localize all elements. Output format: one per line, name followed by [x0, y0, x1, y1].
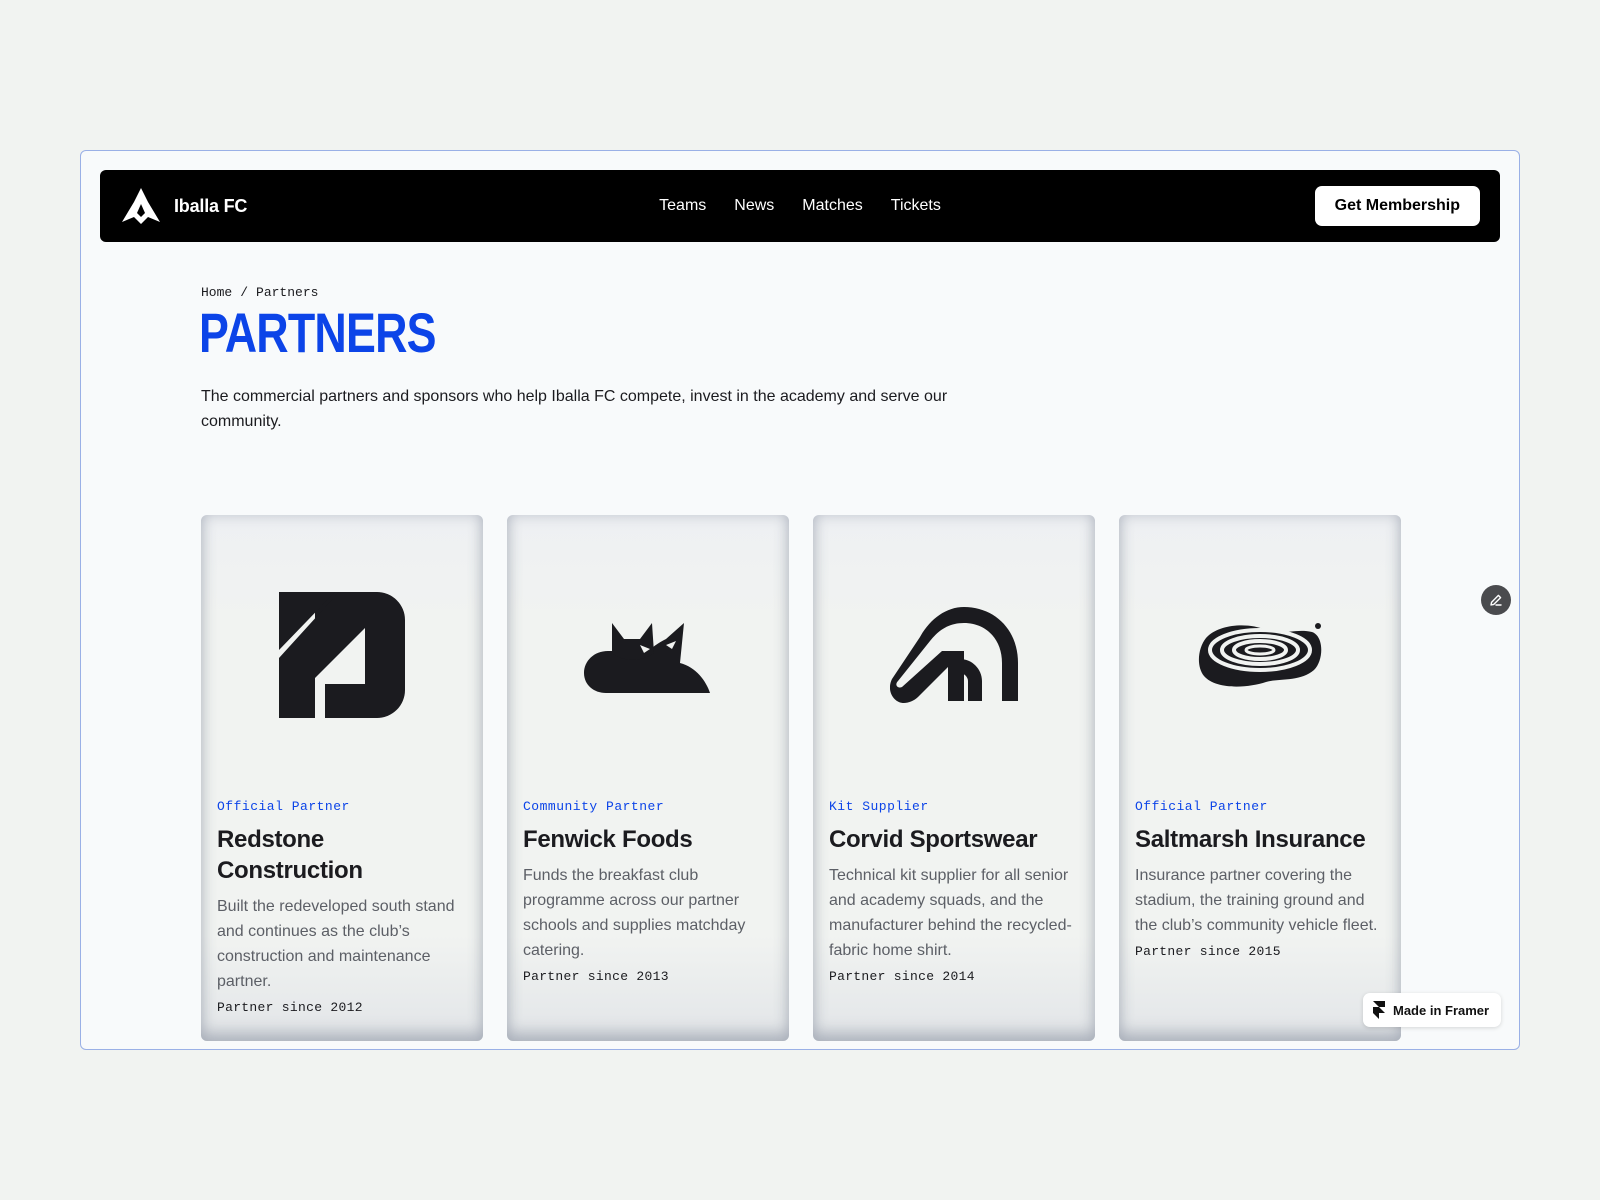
- partner-since: Partner since 2012: [217, 1000, 363, 1015]
- partner-name: Redstone Construction: [217, 826, 363, 884]
- get-membership-button[interactable]: Get Membership: [1314, 186, 1480, 226]
- pencil-icon: [1490, 594, 1502, 606]
- club-logo-icon: [122, 188, 160, 224]
- partner-cards: Official Partner Redstone Construction B…: [201, 515, 1401, 1041]
- nav-link-matches[interactable]: Matches: [802, 197, 862, 215]
- page-frame: Iballa FC Teams News Matches Tickets Get…: [80, 150, 1520, 1050]
- breadcrumb-home[interactable]: Home: [201, 285, 232, 300]
- made-in-framer-badge[interactable]: Made in Framer: [1363, 993, 1502, 1027]
- card-body: Community Partner Fenwick Foods Funds th…: [523, 799, 775, 984]
- partner-category: Official Partner: [217, 799, 350, 814]
- partner-category: Kit Supplier: [829, 799, 929, 814]
- nav-link-teams[interactable]: Teams: [659, 197, 706, 215]
- framer-logo-icon: [1373, 1001, 1385, 1019]
- partner-category: Official Partner: [1135, 799, 1268, 814]
- partner-since: Partner since 2014: [829, 969, 975, 984]
- partner-name: Saltmarsh Insurance: [1135, 826, 1366, 853]
- partner-description: Insurance partner covering the stadium, …: [1135, 867, 1378, 934]
- breadcrumb-current: Partners: [256, 285, 319, 300]
- brand[interactable]: Iballa FC: [120, 186, 247, 226]
- partner-name: Fenwick Foods: [523, 826, 693, 853]
- card-body: Kit Supplier Corvid Sportswear Technical…: [829, 799, 1081, 984]
- partner-card[interactable]: Kit Supplier Corvid Sportswear Technical…: [813, 515, 1095, 1041]
- card-body: Official Partner Saltmarsh Insurance Ins…: [1135, 799, 1387, 959]
- breadcrumb: Home / Partners: [201, 285, 318, 300]
- fox-logo-icon: [578, 585, 718, 725]
- nav-link-tickets[interactable]: Tickets: [891, 197, 941, 215]
- nav-link-news[interactable]: News: [734, 197, 774, 215]
- navbar: Iballa FC Teams News Matches Tickets Get…: [100, 170, 1500, 242]
- partner-since: Partner since 2013: [523, 969, 669, 984]
- page-title: PARTNERS: [199, 301, 436, 364]
- partner-since: Partner since 2015: [1135, 944, 1281, 959]
- partner-description: Built the redeveloped south stand and co…: [217, 898, 455, 990]
- corvid-logo-icon: [884, 585, 1024, 725]
- redstone-logo-icon: [272, 585, 412, 725]
- partner-name: Corvid Sportswear: [829, 826, 1038, 853]
- partner-description: Funds the breakfast club programme acros…: [523, 867, 746, 959]
- breadcrumb-separator: /: [240, 285, 249, 300]
- main-nav: Teams News Matches Tickets: [659, 197, 941, 215]
- partner-card[interactable]: Community Partner Fenwick Foods Funds th…: [507, 515, 789, 1041]
- partner-category: Community Partner: [523, 799, 665, 814]
- brand-name: Iballa FC: [174, 195, 248, 216]
- saltmarsh-logo-icon: [1190, 585, 1330, 725]
- edit-button[interactable]: [1481, 585, 1511, 615]
- partner-card[interactable]: Official Partner Saltmarsh Insurance Ins…: [1119, 515, 1401, 1041]
- card-body: Official Partner Redstone Construction B…: [217, 799, 469, 1015]
- partner-card[interactable]: Official Partner Redstone Construction B…: [201, 515, 483, 1041]
- framer-badge-label: Made in Framer: [1393, 1002, 1490, 1018]
- partner-description: Technical kit supplier for all senior an…: [829, 867, 1072, 959]
- page-intro: The commercial partners and sponsors who…: [201, 388, 948, 430]
